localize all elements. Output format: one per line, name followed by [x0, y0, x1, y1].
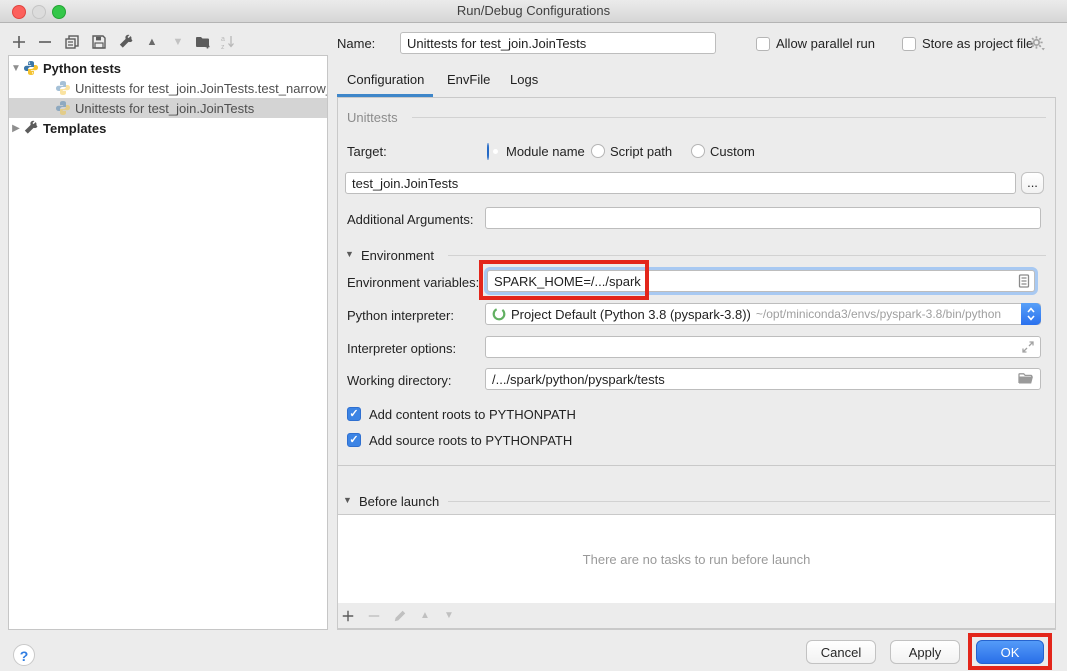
python-interpreter-path: ~/opt/miniconda3/envs/pyspark-3.8/bin/py…	[756, 307, 1001, 321]
environment-variables-label: Environment variables:	[347, 274, 479, 292]
before-launch-title[interactable]: Before launch	[359, 493, 439, 511]
allow-parallel-run-label: Allow parallel run	[776, 35, 875, 53]
add-source-roots-checkbox[interactable]: ✓	[347, 433, 361, 447]
annotation-box-ok-button	[968, 633, 1052, 670]
environment-collapse-arrow-icon[interactable]: ▼	[345, 249, 354, 259]
target-script-path-radio[interactable]	[591, 144, 605, 158]
tree-item-unittests-test-narrow[interactable]: Unittests for test_join.JoinTests.test_n…	[9, 78, 327, 98]
target-module-input[interactable]	[345, 172, 1016, 194]
before-launch-empty-text: There are no tasks to run before launch	[583, 552, 811, 567]
window-title: Run/Debug Configurations	[0, 3, 1067, 18]
python-icon	[55, 80, 71, 96]
add-content-roots-label: Add content roots to PYTHONPATH	[369, 406, 576, 424]
name-input[interactable]	[400, 32, 716, 54]
additional-arguments-input[interactable]	[485, 207, 1041, 229]
working-directory-label: Working directory:	[347, 372, 452, 390]
wrench-icon	[23, 120, 39, 136]
environment-section-title[interactable]: Environment	[361, 247, 434, 265]
collapsed-arrow-icon[interactable]: ▶	[9, 123, 23, 134]
run-debug-configurations-dialog: Run/Debug Configurations ▲ ▼ az ▼ Python…	[0, 0, 1067, 671]
python-interpreter-value: Project Default (Python 3.8 (pyspark-3.8…	[511, 307, 751, 322]
add-task-icon[interactable]	[339, 607, 357, 625]
before-launch-collapse-arrow-icon[interactable]: ▼	[343, 495, 352, 505]
tab-envfile[interactable]: EnvFile	[447, 72, 490, 87]
save-configuration-icon[interactable]	[90, 33, 108, 51]
tree-item-label: Unittests for test_join.JoinTests	[75, 101, 254, 116]
svg-text:a: a	[221, 36, 225, 43]
svg-text:z: z	[221, 44, 225, 50]
apply-button[interactable]: Apply	[890, 640, 960, 664]
python-interpreter-label: Python interpreter:	[347, 307, 454, 325]
unittests-group-separator	[412, 117, 1046, 118]
tab-configuration[interactable]: Configuration	[347, 72, 424, 87]
cancel-button[interactable]: Cancel	[806, 640, 876, 664]
expanded-arrow-icon[interactable]: ▼	[9, 63, 23, 74]
edit-templates-wrench-icon[interactable]	[117, 33, 135, 51]
remove-task-icon[interactable]	[365, 607, 383, 625]
tree-item-python-tests[interactable]: ▼ Python tests	[9, 58, 327, 78]
configurations-tree-panel: ▼ Python tests Unittests for test_join.J…	[8, 55, 328, 630]
target-label: Target:	[347, 143, 387, 161]
target-module-name-label[interactable]: Module name	[506, 143, 585, 161]
conda-environment-icon	[491, 306, 507, 322]
browse-environment-variables-icon[interactable]	[1016, 273, 1032, 289]
allow-parallel-run-checkbox[interactable]	[756, 37, 770, 51]
remove-configuration-icon[interactable]	[36, 33, 54, 51]
working-directory-input[interactable]	[485, 368, 1041, 390]
move-down-icon[interactable]: ▼	[169, 33, 187, 51]
unittests-group-title: Unittests	[347, 110, 398, 125]
tree-item-label: Templates	[43, 121, 106, 136]
help-button[interactable]: ?	[13, 644, 35, 666]
browse-folder-icon[interactable]	[1018, 371, 1034, 387]
python-icon	[23, 60, 39, 76]
sort-alphabetically-icon[interactable]: az	[219, 33, 237, 51]
target-custom-radio[interactable]	[691, 144, 705, 158]
move-task-down-icon[interactable]: ▼	[440, 606, 458, 624]
unittests-group-bottom-border	[337, 465, 1056, 466]
target-module-name-radio[interactable]	[487, 143, 489, 160]
move-task-up-icon[interactable]: ▲	[416, 606, 434, 624]
tree-item-unittests-jointests-selected[interactable]: Unittests for test_join.JoinTests	[9, 98, 327, 118]
python-interpreter-combobox[interactable]: Project Default (Python 3.8 (pyspark-3.8…	[485, 303, 1041, 325]
add-source-roots-label: Add source roots to PYTHONPATH	[369, 432, 572, 450]
interpreter-options-input[interactable]	[485, 336, 1041, 358]
store-as-project-file-checkbox[interactable]	[902, 37, 916, 51]
interpreter-options-label: Interpreter options:	[347, 340, 456, 358]
tree-item-templates[interactable]: ▶ Templates	[9, 118, 327, 138]
add-configuration-icon[interactable]	[10, 33, 28, 51]
store-as-project-file-label: Store as project file	[922, 35, 1033, 53]
move-up-icon[interactable]: ▲	[143, 33, 161, 51]
tab-logs[interactable]: Logs	[510, 72, 538, 87]
before-launch-task-list: There are no tasks to run before launch	[337, 514, 1056, 604]
new-folder-icon[interactable]	[194, 33, 212, 51]
additional-arguments-label: Additional Arguments:	[347, 211, 473, 229]
environment-section-separator	[448, 255, 1046, 256]
annotation-box-environment-variables	[479, 260, 649, 300]
python-icon	[55, 100, 71, 116]
store-options-gear-icon[interactable]	[1028, 34, 1048, 52]
name-label: Name:	[337, 35, 375, 53]
edit-task-pencil-icon[interactable]	[391, 607, 409, 625]
interpreter-dropdown-stepper[interactable]	[1021, 303, 1041, 325]
tree-item-label: Python tests	[43, 61, 121, 76]
add-content-roots-checkbox[interactable]: ✓	[347, 407, 361, 421]
before-launch-separator	[448, 501, 1050, 502]
target-custom-label[interactable]: Custom	[710, 143, 755, 161]
copy-configuration-icon[interactable]	[63, 33, 81, 51]
browse-module-button[interactable]: ...	[1021, 172, 1044, 194]
tree-item-label: Unittests for test_join.JoinTests.test_n…	[75, 81, 327, 96]
expand-field-icon[interactable]	[1020, 339, 1036, 355]
target-script-path-label[interactable]: Script path	[610, 143, 672, 161]
